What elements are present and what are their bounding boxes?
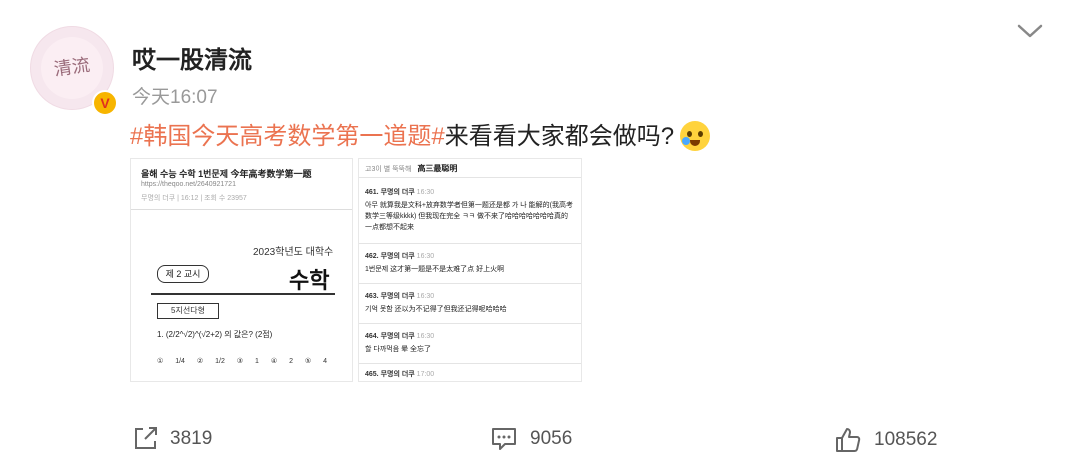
comment-item: 461. 무명의 더쿠 16:30 아무 就算我是文科+放弃数学者但第一题还是都…: [365, 189, 573, 231]
thumbs-up-icon: [836, 428, 861, 452]
repost-button[interactable]: 3819: [132, 426, 212, 452]
username[interactable]: 哎一股清流: [132, 40, 252, 75]
comment-item: 462. 무명의 더쿠 16:30 1번문제 这才第一题是不是太难了点 好上火啊: [365, 253, 505, 273]
like-button[interactable]: 108562: [834, 426, 937, 454]
exam-subject: 수학: [289, 268, 330, 293]
like-count: 108562: [874, 429, 938, 450]
divider: [359, 177, 581, 178]
hashtag-link[interactable]: #韩国今天高考数学第一道题#: [130, 123, 445, 150]
image-url: https://theqoo.net/2640921721: [141, 181, 236, 188]
comment-button[interactable]: 9056: [490, 426, 572, 452]
comments-header: 고3이 별 뚝뚝해 高三最聪明: [365, 164, 458, 173]
divider: [359, 283, 581, 284]
crying-laughing-emoji-icon: [680, 120, 711, 151]
divider: [131, 209, 352, 210]
post-image-2[interactable]: 고3이 별 뚝뚝해 高三最聪明 461. 무명의 더쿠 16:30 아무 就算我是…: [358, 158, 582, 382]
question-text: 1. (2/2^√2)^(√2+2) 의 값은? (2점): [157, 330, 273, 339]
comment-item: 465. 무명의 더쿠 17:00: [365, 371, 435, 378]
comment-icon: [492, 428, 516, 450]
exam-year: 2023학년도 대학수: [253, 247, 334, 258]
post-body: 来看看大家都会做吗?: [444, 123, 675, 150]
repost-count: 3819: [170, 428, 213, 449]
exam-session: 제 2 교시: [157, 265, 209, 283]
comment-item: 463. 무명의 더쿠 16:30 기억 못함 还以为不记得了但我还记得呢哈哈哈: [365, 293, 507, 313]
chevron-down-icon[interactable]: [1016, 22, 1044, 40]
verified-badge-icon: V: [92, 90, 118, 116]
divider: [151, 293, 335, 295]
post-image-1[interactable]: 올해 수능 수학 1번문제 今年高考数学第一题 https://theqoo.n…: [130, 158, 353, 382]
question-type: 5지선다형: [157, 303, 219, 319]
avatar-image: 清流: [41, 37, 103, 99]
comment-count: 9056: [530, 428, 573, 449]
divider: [359, 323, 581, 324]
divider: [359, 243, 581, 244]
image-title: 올해 수능 수학 1번문제 今年高考数学第一题: [141, 169, 312, 179]
post-text: #韩国今天高考数学第一道题#来看看大家都会做吗?: [130, 116, 711, 153]
divider: [359, 363, 581, 364]
share-icon: [135, 427, 157, 449]
comment-item: 464. 무명의 더쿠 16:30 할 다까먹음 晕 全忘了: [365, 333, 435, 353]
answer-choices: ① 1/4 ② 1/2 ③ 1 ④ 2 ⑤ 4: [157, 358, 328, 365]
avatar-text: 清流: [52, 54, 92, 81]
image-meta: 무명의 더쿠 | 16:12 | 조회 수 23957: [141, 195, 247, 202]
post-time[interactable]: 今天16:07: [132, 82, 218, 109]
